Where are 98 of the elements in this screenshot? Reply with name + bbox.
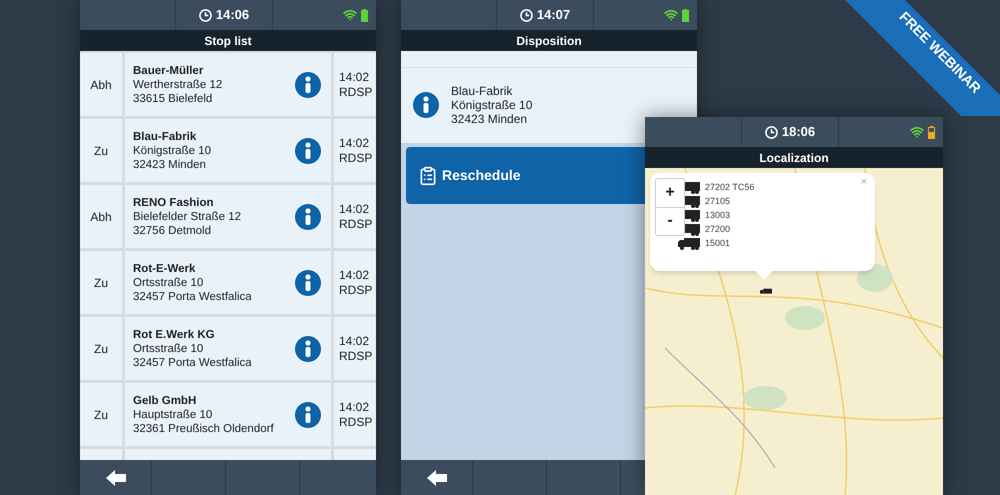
stop-city: 32423 Minden bbox=[133, 158, 207, 172]
stop-street: Hauptstraße 10 bbox=[133, 408, 214, 422]
stop-name: Blau-Fabrik bbox=[133, 130, 198, 144]
forest-area bbox=[857, 264, 893, 292]
time-cell[interactable]: 14:02 RDSP bbox=[334, 119, 376, 182]
info-icon[interactable] bbox=[295, 336, 321, 362]
address-cell[interactable]: Blau-Fabrik Königstraße 10 32423 Minden bbox=[125, 119, 331, 182]
time-cell[interactable]: 14:02 RDSP bbox=[334, 53, 376, 116]
address-line: Blau-Fabrik bbox=[451, 84, 514, 98]
info-icon[interactable] bbox=[295, 138, 321, 164]
status-cell[interactable]: Zu bbox=[80, 119, 122, 182]
time-cell[interactable]: 14:02 RDSP bbox=[334, 251, 376, 314]
clock-time: 18:06 bbox=[782, 123, 816, 142]
screen-title: Disposition bbox=[516, 32, 582, 50]
stop-time: 14:02 bbox=[339, 70, 370, 84]
address-cell[interactable]: Rot E.Werk KG Ortsstraße 10 32457 Porta Westfalica bbox=[125, 317, 331, 380]
stop-status: Zu bbox=[94, 142, 108, 160]
back-arrow-icon bbox=[426, 470, 446, 486]
address-cell[interactable]: Rot-E-Werk Ortsstraße 10 32457 Porta Westfalica bbox=[125, 251, 331, 314]
truck-icon bbox=[678, 238, 700, 250]
screen-title: Stop list bbox=[204, 32, 252, 50]
wifi-icon bbox=[664, 8, 678, 22]
info-icon[interactable] bbox=[295, 402, 321, 428]
stop-status: Zu bbox=[94, 340, 108, 358]
address-line: 32423 Minden bbox=[451, 112, 528, 126]
stop-name: Rot E.Werk KG bbox=[133, 328, 216, 342]
map-placeholder[interactable]: 27202 TC56 27105 13003 27200 15001 × + - bbox=[645, 168, 943, 495]
forest-area bbox=[785, 306, 825, 330]
zoom-in-button[interactable]: + bbox=[656, 179, 684, 208]
battery-icon bbox=[360, 8, 368, 22]
status-cell[interactable] bbox=[80, 449, 122, 460]
back-arrow-icon bbox=[106, 470, 126, 486]
stop-street: Bielefelder Straße 12 bbox=[133, 210, 242, 224]
stop-status: Zu bbox=[94, 274, 108, 292]
wifi-icon bbox=[342, 8, 357, 22]
clock-time: 14:07 bbox=[536, 6, 570, 24]
stop-code: RDSP bbox=[339, 150, 374, 166]
time-cell[interactable]: 14:02 RDSP bbox=[334, 383, 376, 446]
stop-time: 14:02 bbox=[339, 268, 370, 282]
stop-name: RENO Fashion bbox=[133, 196, 215, 210]
vehicle-number[interactable]: 27105 bbox=[705, 195, 730, 208]
stop-street: Ortsstraße 10 bbox=[133, 342, 204, 356]
stop-time: 14:02 bbox=[339, 400, 370, 414]
stop-city: 32361 Preußisch Oldendorf bbox=[133, 422, 275, 436]
stop-city: 32457 Porta Westfalica bbox=[133, 290, 253, 304]
clock-icon bbox=[520, 8, 533, 22]
stop-street: Königstraße 10 bbox=[133, 144, 212, 158]
clock-icon bbox=[198, 8, 212, 22]
battery-icon bbox=[928, 126, 935, 138]
screen-title: Localization bbox=[759, 150, 829, 166]
time-cell[interactable]: 14:02 RDSP bbox=[334, 185, 376, 248]
address-cell[interactable]: Gelb GmbH Hauptstraße 10 32361 Preußisch Oldendorf bbox=[125, 383, 331, 446]
status-cell[interactable]: Zu bbox=[80, 317, 122, 380]
stop-code: RDSP bbox=[339, 84, 374, 100]
stop-name: Bauer-Müller bbox=[133, 64, 204, 78]
info-icon[interactable] bbox=[295, 270, 321, 296]
address-cell[interactable] bbox=[125, 449, 331, 460]
time-cell[interactable]: 14:02 RDSP bbox=[334, 317, 376, 380]
vehicle-number[interactable]: 27202 TC56 bbox=[705, 181, 754, 194]
vehicle-number[interactable]: 13003 bbox=[705, 209, 730, 222]
vehicle-number[interactable]: 27200 bbox=[705, 223, 730, 236]
truck-marker-icon[interactable] bbox=[760, 288, 772, 296]
stop-street: Wertherstraße 12 bbox=[133, 78, 224, 92]
forest-area bbox=[743, 386, 787, 410]
stop-time: 14:02 bbox=[339, 136, 370, 150]
battery-icon bbox=[682, 8, 689, 22]
info-icon[interactable] bbox=[295, 204, 321, 230]
clock-time: 14:06 bbox=[216, 6, 250, 24]
clock-icon bbox=[764, 126, 778, 138]
stop-status: Abh bbox=[90, 76, 112, 94]
stop-code: RDSP bbox=[339, 348, 374, 364]
stop-name: Rot-E-Werk bbox=[133, 262, 196, 276]
stop-code: RDSP bbox=[339, 414, 374, 430]
stop-code: RDSP bbox=[339, 282, 374, 298]
address-line: Königstraße 10 bbox=[451, 98, 532, 112]
wifi-icon bbox=[910, 125, 924, 139]
stop-city: 32457 Porta Westfalica bbox=[133, 356, 253, 370]
clipboard-icon bbox=[418, 166, 438, 186]
zoom-out-button[interactable]: - bbox=[656, 208, 684, 235]
stop-status: Abh bbox=[90, 208, 112, 226]
time-cell[interactable] bbox=[334, 449, 376, 460]
stop-name: Gelb GmbH bbox=[133, 394, 198, 408]
status-cell[interactable]: Abh bbox=[80, 185, 122, 248]
vehicle-number[interactable]: 15001 bbox=[705, 237, 730, 250]
stop-status: Zu bbox=[94, 406, 108, 424]
status-cell[interactable]: Abh bbox=[80, 53, 122, 116]
stop-city: 32756 Detmold bbox=[133, 224, 212, 238]
stop-city: 33615 Bielefeld bbox=[133, 92, 214, 106]
address-cell[interactable]: Bauer-Müller Wertherstraße 12 33615 Bielefeld bbox=[125, 53, 331, 116]
stop-code: RDSP bbox=[339, 216, 374, 232]
stop-time: 14:02 bbox=[339, 334, 370, 348]
info-icon[interactable] bbox=[295, 72, 321, 98]
status-cell[interactable]: Zu bbox=[80, 251, 122, 314]
stop-street: Ortsstraße 10 bbox=[133, 276, 204, 290]
stop-time: 14:02 bbox=[339, 202, 370, 216]
status-cell[interactable]: Zu bbox=[80, 383, 122, 446]
address-cell[interactable]: RENO Fashion Bielefelder Straße 12 32756 Detmold bbox=[125, 185, 331, 248]
info-icon[interactable] bbox=[413, 92, 439, 118]
